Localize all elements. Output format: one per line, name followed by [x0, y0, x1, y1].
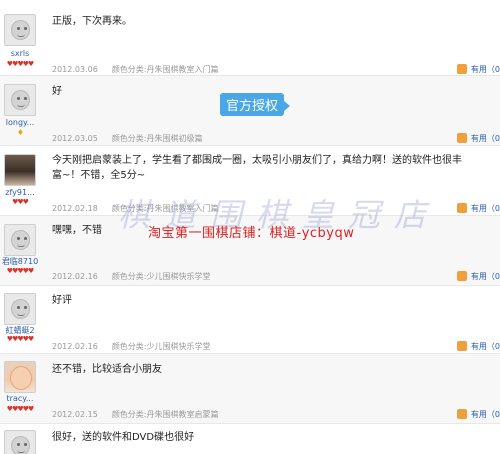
username[interactable]: longy... [0, 118, 40, 127]
useful-button[interactable]: 有用（0 [456, 409, 500, 420]
username[interactable]: zfy91... [0, 188, 40, 197]
review-date: 2012.03.06 [52, 65, 98, 74]
review-text: 好评 [52, 295, 72, 306]
review-meta: 2012.02.16 颜色分类:少儿围棋快乐学堂 [52, 341, 211, 352]
review-date: 2012.02.16 [52, 342, 98, 351]
avatar[interactable] [4, 14, 36, 46]
review-row: tracy... ♥♥♥♥♥ 还不错，比较适合小朋友 2012.02.15 颜色分… [0, 354, 500, 424]
rank-icons: ♥♥♥♥♥ [6, 405, 34, 413]
avatar[interactable] [4, 154, 36, 186]
review-row: 很好，送的软件和DVD碟也很好 [0, 424, 500, 454]
rank-icons: ♥♥♥♥♥ [6, 267, 34, 275]
rank-icons: ♥♥♥ [12, 198, 29, 206]
useful-button[interactable]: 有用（0 [456, 64, 500, 75]
rank-icons: ♥♥♥♥♥ [6, 335, 34, 343]
thumb-icon [456, 64, 467, 74]
rank-icons: ♦ [16, 128, 24, 137]
thumb-icon [456, 271, 467, 281]
review-date: 2012.02.18 [52, 204, 98, 213]
review-meta: 2012.02.15 颜色分类:丹朱围棋教室启蒙篇 [52, 409, 219, 420]
review-category: 颜色分类:少儿围棋快乐学堂 [111, 342, 211, 351]
thumb-icon [456, 341, 467, 351]
review-text: 还不错，比较适合小朋友 [52, 364, 162, 375]
shop-watermark: 淘宝第一围棋店铺：棋道-ycbyqw [148, 226, 355, 241]
review-category: 颜色分类:丹朱围棋教室入门篇 [111, 65, 219, 74]
official-badge: 官方授权 [220, 93, 291, 116]
thumb-icon [456, 203, 467, 213]
avatar[interactable] [4, 293, 36, 325]
review-list: sxrls ♥♥♥♥♥ 正版，下次再来。 2012.03.06 颜色分类:丹朱围棋… [0, 0, 500, 454]
avatar[interactable] [4, 361, 36, 393]
avatar[interactable] [4, 84, 36, 116]
review-row: sxrls ♥♥♥♥♥ 正版，下次再来。 2012.03.06 颜色分类:丹朱围棋… [0, 0, 500, 76]
review-meta: 2012.03.05 颜色分类:丹朱围棋初级篇 [52, 133, 203, 144]
useful-button[interactable]: 有用（0 [456, 133, 500, 144]
avatar[interactable] [4, 224, 36, 256]
username[interactable]: sxrls [0, 49, 40, 58]
useful-button[interactable]: 有用（0 [456, 271, 500, 282]
review-date: 2012.02.16 [52, 272, 98, 281]
review-text: 正版，下次再来。 [52, 16, 132, 27]
rank-icons: ♥♥♥♥♥ [6, 60, 34, 68]
review-meta: 2012.03.06 颜色分类:丹朱围棋教室入门篇 [52, 64, 219, 75]
review-text: 很好，送的软件和DVD碟也很好 [52, 432, 195, 443]
review-date: 2012.02.15 [52, 410, 98, 419]
username[interactable]: tracy... [0, 394, 40, 403]
review-date: 2012.03.05 [52, 134, 98, 143]
avatar[interactable] [4, 430, 36, 454]
useful-button[interactable]: 有用（0 [456, 341, 500, 352]
review-category: 颜色分类:丹朱围棋教室启蒙篇 [111, 410, 219, 419]
review-category: 颜色分类:少儿围棋快乐学堂 [111, 272, 211, 281]
username[interactable]: 君临8710 [0, 256, 40, 267]
thumb-icon [456, 409, 467, 419]
review-category: 颜色分类:丹朱围棋初级篇 [111, 134, 203, 143]
useful-button[interactable]: 有用（0 [456, 203, 500, 214]
thumb-icon [456, 133, 467, 143]
review-text: 今天刚把启蒙装上了，学生看了都围成一圈，太吸引小朋友们了，真给力啊！送的软件也很… [52, 155, 462, 181]
review-row: 紅蜻蜓2 ♥♥♥♥♥ 好评 2012.02.16 颜色分类:少儿围棋快乐学堂 有用… [0, 286, 500, 354]
review-meta: 2012.02.16 颜色分类:少儿围棋快乐学堂 [52, 271, 211, 282]
